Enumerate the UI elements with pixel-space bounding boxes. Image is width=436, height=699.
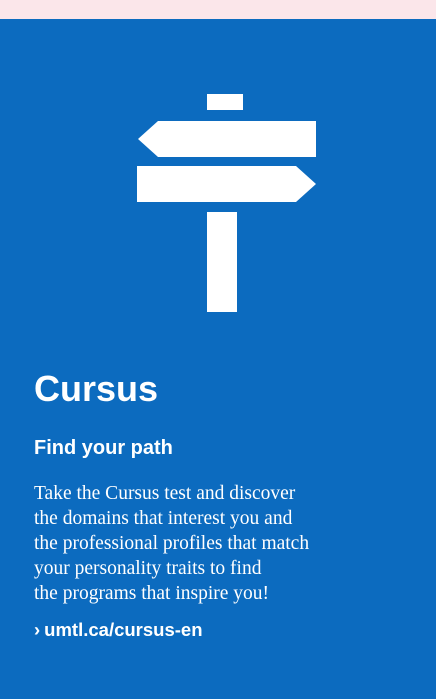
chevron-right-icon: › xyxy=(34,619,41,640)
description-line: your personality traits to find xyxy=(34,558,262,579)
page-title: Cursus xyxy=(34,368,159,409)
description-line: Take the Cursus test and discover xyxy=(34,483,296,504)
description-line: the domains that interest you and xyxy=(34,508,293,529)
description-line: the programs that inspire you! xyxy=(34,583,270,604)
signpost-right-arrow xyxy=(137,166,316,202)
description-line: the professional profiles that match xyxy=(34,533,310,554)
signpost-icon xyxy=(137,94,316,312)
cursus-card: Cursus Find your path Take the Cursus te… xyxy=(0,0,436,699)
subtitle: Find your path xyxy=(34,437,173,459)
cursus-link[interactable]: › umtl.ca/cursus-en xyxy=(34,617,203,643)
cursus-link-text: umtl.ca/cursus-en xyxy=(44,619,203,640)
signpost-pole xyxy=(207,212,237,312)
description: Take the Cursus test and discover the do… xyxy=(34,481,429,606)
signpost-cap xyxy=(207,94,243,110)
signpost-left-arrow xyxy=(138,121,316,157)
